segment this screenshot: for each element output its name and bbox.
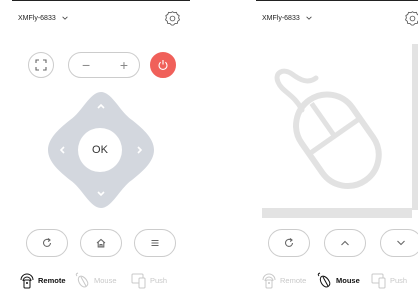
- device-selector[interactable]: XMFly-6833: [18, 14, 69, 22]
- mouse-icon: [75, 272, 89, 288]
- tab-mouse[interactable]: Mouse: [316, 268, 360, 292]
- tab-bar: Remote Mouse Push: [256, 268, 418, 292]
- home-button[interactable]: [80, 229, 122, 257]
- power-icon: [158, 60, 168, 70]
- tab-push-label: Push: [150, 275, 168, 285]
- tab-mouse[interactable]: Mouse: [74, 268, 117, 292]
- volume-up-button[interactable]: +: [120, 58, 128, 72]
- expand-icon: [35, 59, 47, 71]
- mouse-icon: [317, 272, 331, 288]
- tab-mouse-label: Mouse: [94, 275, 117, 285]
- dpad-up-button[interactable]: [95, 100, 107, 112]
- mouse-screen: XMFly-6833 Remote Mouse Push: [256, 0, 418, 300]
- tab-push[interactable]: Push: [370, 268, 407, 292]
- power-button[interactable]: [150, 52, 176, 78]
- tab-remote-label: Remote: [38, 275, 66, 285]
- dpad-left-button[interactable]: [56, 144, 68, 156]
- vertical-scroll-strip[interactable]: [412, 44, 418, 212]
- remote-icon: [262, 273, 276, 289]
- back-button[interactable]: [268, 229, 310, 257]
- gear-icon[interactable]: [404, 10, 418, 27]
- push-icon: [371, 273, 386, 289]
- header: XMFly-6833: [256, 0, 418, 38]
- dpad: OK: [46, 90, 156, 210]
- device-selector[interactable]: XMFly-6833: [262, 14, 313, 22]
- chevron-down-icon: [62, 16, 68, 20]
- refresh-icon: [42, 238, 52, 247]
- tab-mouse-label: Mouse: [336, 275, 360, 285]
- mouse-icon: [274, 68, 382, 189]
- scroll-down-button[interactable]: [380, 229, 418, 257]
- menu-icon: [151, 239, 159, 247]
- touchpad[interactable]: [256, 40, 412, 206]
- ok-label: OK: [92, 144, 108, 156]
- chevron-down-icon: [397, 240, 405, 246]
- push-icon: [131, 273, 146, 289]
- back-button[interactable]: [26, 229, 68, 257]
- tab-remote[interactable]: Remote: [18, 268, 66, 292]
- scroll-up-button[interactable]: [324, 229, 366, 257]
- menu-button[interactable]: [134, 229, 176, 257]
- tab-push[interactable]: Push: [130, 268, 167, 292]
- dpad-down-button[interactable]: [95, 188, 107, 200]
- dpad-right-button[interactable]: [134, 144, 146, 156]
- remote-screen: XMFly-6833 − + OK Remote Mouse Push: [12, 0, 190, 300]
- horizontal-scroll-strip[interactable]: [262, 208, 414, 218]
- tab-push-label: Push: [390, 275, 408, 285]
- tab-remote-label: Remote: [280, 275, 307, 285]
- tab-remote[interactable]: Remote: [260, 268, 306, 292]
- volume-down-button[interactable]: −: [82, 58, 90, 72]
- tab-bar: Remote Mouse Push: [12, 268, 190, 292]
- header: XMFly-6833: [12, 0, 190, 38]
- device-name: XMFly-6833: [262, 14, 300, 22]
- gear-icon[interactable]: [164, 10, 181, 27]
- home-icon: [96, 238, 106, 248]
- ok-button[interactable]: OK: [78, 128, 122, 172]
- chevron-down-icon: [306, 16, 312, 20]
- volume-control[interactable]: − +: [68, 52, 140, 78]
- fullscreen-button[interactable]: [28, 52, 54, 78]
- remote-icon: [20, 273, 34, 289]
- refresh-icon: [284, 238, 294, 247]
- chevron-up-icon: [341, 240, 349, 246]
- device-name: XMFly-6833: [18, 14, 56, 22]
